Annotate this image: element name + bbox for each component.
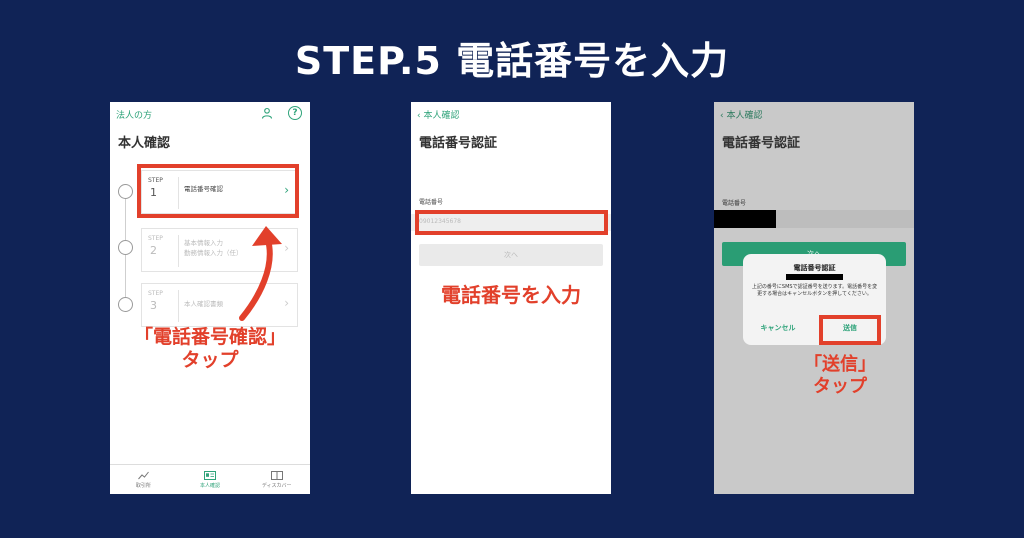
annotation-enter-phone: 電話番号を入力 — [441, 283, 581, 307]
tab-exchange[interactable]: 取引所 — [110, 465, 177, 494]
phone-input[interactable] — [714, 210, 914, 228]
next-button[interactable]: 次へ — [419, 244, 603, 266]
back-button[interactable]: ‹ 本人確認 — [417, 108, 459, 121]
highlight-box-send — [819, 315, 881, 345]
step3-number: STEP 3 — [148, 290, 163, 312]
back-button[interactable]: ‹ 本人確認 — [720, 108, 762, 121]
step3-status-circle — [118, 297, 133, 312]
step2-status-circle — [118, 240, 133, 255]
annotation-tap-send: 「送信」 タップ — [804, 354, 876, 397]
redacted-phone-number — [714, 210, 776, 228]
highlight-box-step1 — [137, 164, 299, 218]
redacted-number — [786, 274, 843, 280]
phone-field-label: 電話番号 — [722, 200, 747, 207]
phone-field-label: 電話番号 — [419, 199, 444, 206]
screen-title: 電話番号認証 — [722, 136, 801, 151]
corporate-user-link[interactable]: 法人の方 — [116, 108, 152, 121]
tab-discover[interactable]: ディスカバー — [243, 465, 310, 494]
screen-title: 本人確認 — [118, 136, 171, 151]
dialog-message: 上記の番号にSMSで認証番号を送ります。電話番号を変更する場合はキャンセルボタン… — [751, 284, 878, 298]
step3-label: 本人確認書類 — [184, 300, 223, 308]
page-title: STEP.5 電話番号を入力 — [294, 39, 730, 83]
header-icons: ? — [260, 106, 302, 120]
chart-icon — [137, 470, 149, 481]
arrow-icon — [239, 226, 282, 321]
id-card-icon — [204, 470, 216, 481]
highlight-box-phone-input — [415, 210, 608, 235]
book-icon — [270, 470, 283, 481]
user-icon[interactable] — [260, 106, 274, 120]
cancel-button[interactable]: キャンセル — [753, 323, 803, 333]
bottom-tab-bar: 取引所 本人確認 ディスカバー — [110, 464, 310, 494]
tab-identity-verification[interactable]: 本人確認 — [177, 465, 244, 494]
screen-title: 電話番号認証 — [419, 136, 498, 151]
step1-status-circle — [118, 184, 133, 199]
dialog-title: 電話番号認証 — [793, 264, 836, 272]
help-icon[interactable]: ? — [288, 106, 302, 120]
annotation-tap-phone-confirm: 「電話番号確認」 タップ — [133, 326, 286, 371]
phone-screen-sms-dialog: ‹ 本人確認 電話番号認証 電話番号 次へ 電話番号認証 上記の番号にSMSで認… — [714, 102, 914, 494]
step2-number: STEP 2 — [148, 235, 163, 257]
